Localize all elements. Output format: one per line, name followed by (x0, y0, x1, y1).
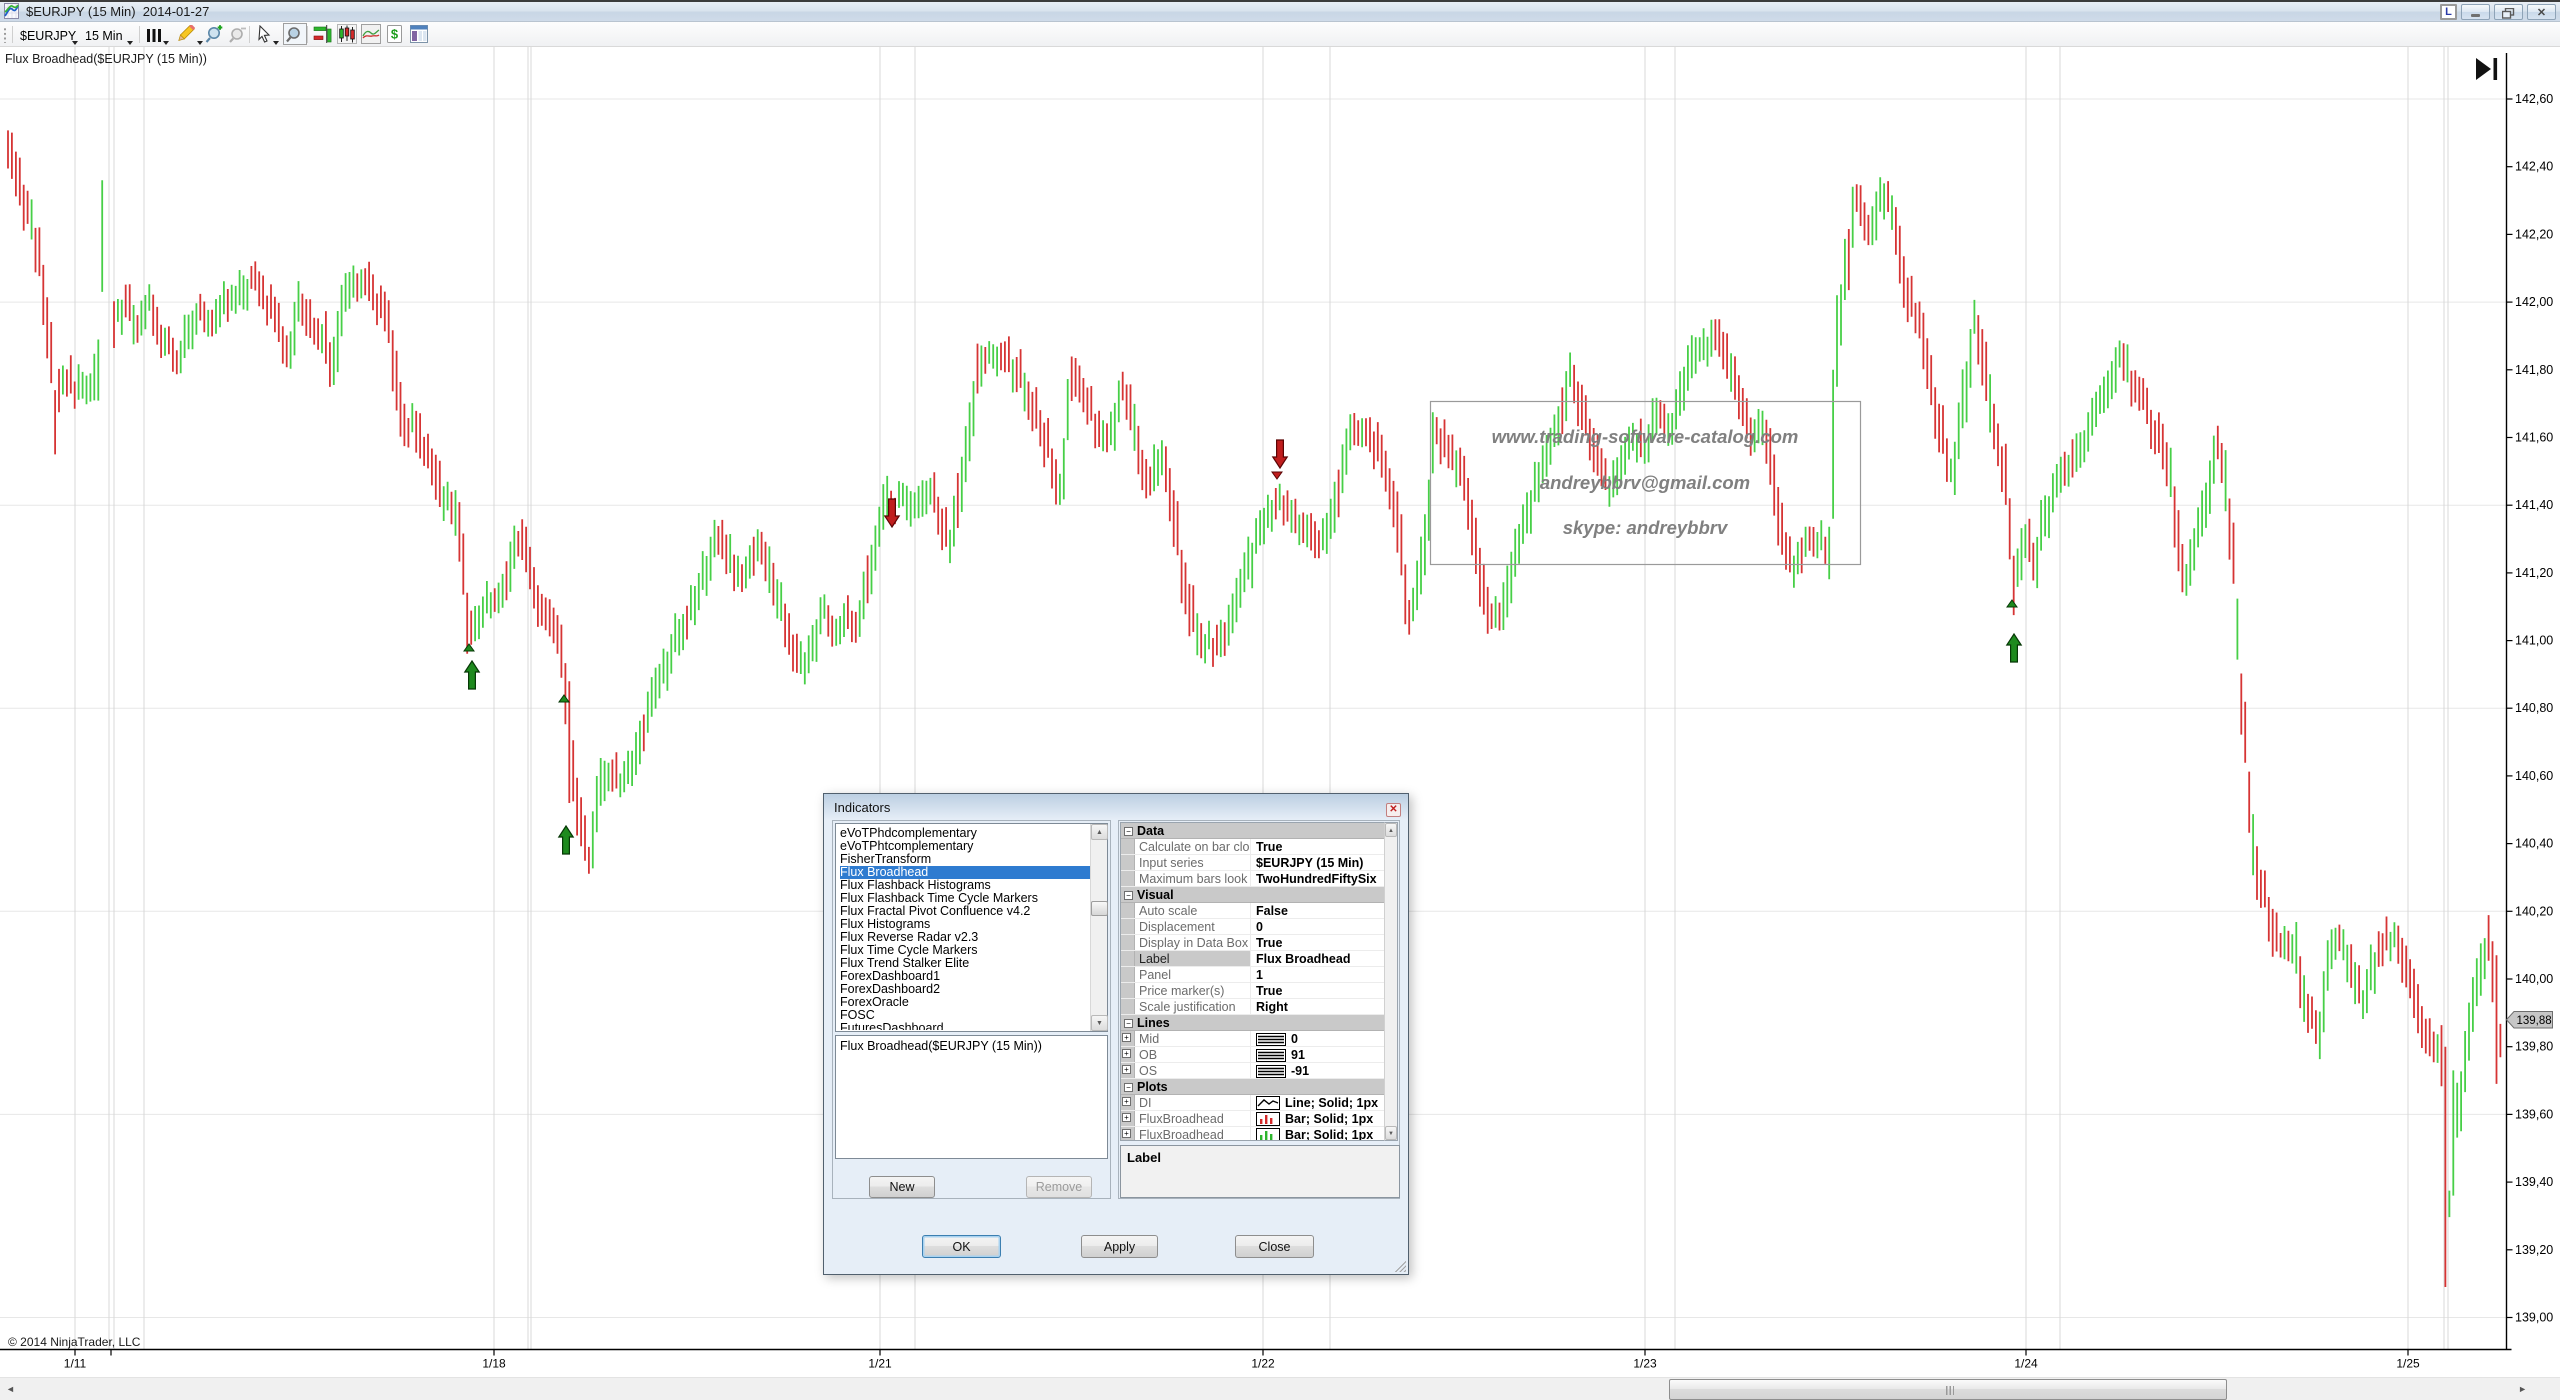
svg-text:andreybbrv@gmail.com: andreybbrv@gmail.com (1540, 472, 1750, 493)
svg-text:skype: andreybbrv: skype: andreybbrv (1563, 517, 1729, 538)
svg-text:141,40: 141,40 (2515, 498, 2553, 512)
svg-text:142,60: 142,60 (2515, 92, 2553, 106)
svg-text:140,40: 140,40 (2515, 837, 2553, 851)
svg-text:www.trading-software-catalog.c: www.trading-software-catalog.com (1492, 426, 1799, 447)
svg-text:142,40: 142,40 (2515, 160, 2553, 174)
svg-text:142,20: 142,20 (2515, 227, 2553, 241)
svg-text:1/23: 1/23 (1633, 1357, 1657, 1371)
svg-text:140,60: 140,60 (2515, 769, 2553, 783)
svg-text:1/25: 1/25 (2396, 1357, 2420, 1371)
svg-text:141,60: 141,60 (2515, 431, 2553, 445)
svg-text:139,60: 139,60 (2515, 1107, 2553, 1121)
svg-text:140,20: 140,20 (2515, 904, 2553, 918)
svg-text:139,88: 139,88 (2517, 1015, 2552, 1027)
svg-text:1/24: 1/24 (2014, 1357, 2038, 1371)
svg-text:141,00: 141,00 (2515, 634, 2553, 648)
svg-text:1/11: 1/11 (64, 1357, 87, 1371)
svg-text:141,80: 141,80 (2515, 363, 2553, 377)
svg-text:$: $ (391, 27, 399, 42)
svg-text:139,80: 139,80 (2515, 1040, 2553, 1054)
svg-text:139,00: 139,00 (2515, 1311, 2553, 1325)
svg-text:© 2014 NinjaTrader, LLC: © 2014 NinjaTrader, LLC (8, 1335, 141, 1349)
svg-text:139,20: 139,20 (2515, 1243, 2553, 1257)
svg-text:140,00: 140,00 (2515, 972, 2553, 986)
svg-text:140,80: 140,80 (2515, 701, 2553, 715)
svg-text:139,40: 139,40 (2515, 1175, 2553, 1189)
svg-text:1/21: 1/21 (868, 1357, 892, 1371)
svg-text:1/22: 1/22 (1251, 1357, 1275, 1371)
svg-text:1/18: 1/18 (482, 1357, 506, 1371)
svg-text:142,00: 142,00 (2515, 295, 2553, 309)
svg-text:141,20: 141,20 (2515, 566, 2553, 580)
